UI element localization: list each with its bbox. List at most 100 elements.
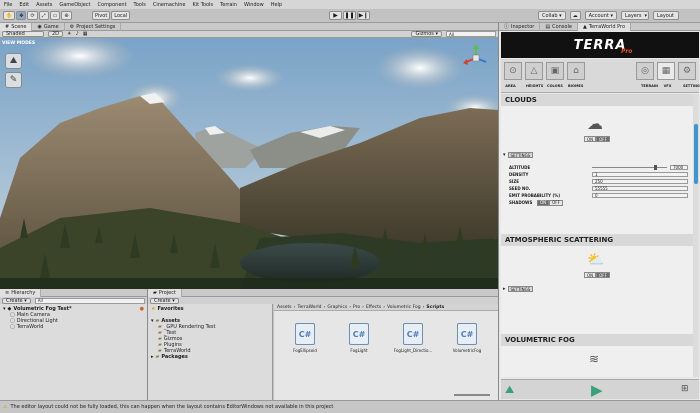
scene-gizmo[interactable] [462,44,490,72]
transform-tool-button[interactable]: ⊕ [61,11,72,20]
scrollbar-thumb[interactable] [694,124,698,184]
menu-kit-tools[interactable]: Kit Tools [193,2,214,8]
project-file-item[interactable]: C# VolumetricFog [448,323,486,353]
scene-menu-icon[interactable]: ● [140,306,144,312]
menu-terrain[interactable]: Terrain [220,2,237,8]
tab-console[interactable]: ▤ Console [540,22,578,31]
shadows-toggle[interactable]: ON OFF [537,199,563,206]
terraworld-icon: ▲ [582,23,587,30]
cloud-field-input[interactable]: 0 [592,193,688,198]
hierarchy-search-input[interactable]: All [34,297,145,304]
terrain-icon[interactable]: ◎ [636,62,654,80]
effects-icon[interactable]: ▦ [83,31,88,37]
breadcrumb-separator-icon: › [349,304,351,310]
transform-icon: ⊕ [64,12,69,19]
tab-project[interactable]: ▰ Project [148,288,182,297]
account-dropdown[interactable]: Account ▾ [584,11,617,20]
hierarchy-create-dropdown[interactable]: Create ▾ [2,297,31,304]
project-file-item[interactable]: C# FogLight [340,323,378,353]
collab-dropdown[interactable]: Collab ▾ [538,11,566,20]
inspector-footer: ⛰ ▶ ⊞ [501,379,699,399]
rect-tool-button[interactable]: ▭ [49,11,61,20]
landscape-icon: ⛰ [9,56,18,66]
breadcrumb-item[interactable]: Volumetric Fog [387,305,421,310]
clouds-settings-header[interactable]: ▾ SETTINGS [503,152,534,158]
atmospheric-toggle[interactable]: ON OFF [584,272,610,278]
cloud-field-input[interactable]: 1 [592,172,688,177]
atmospheric-settings-header[interactable]: ▸ SETTINGS [503,286,534,292]
heights-icon[interactable]: △ [525,62,543,80]
icon-size-slider[interactable] [454,394,490,396]
menu-component[interactable]: Component [98,2,127,8]
generate-play-button[interactable]: ▶ [591,381,603,399]
menu-window[interactable]: Window [244,2,264,8]
vfx-icon[interactable]: ▦ [657,62,675,80]
slider-handle[interactable] [653,165,657,170]
shading-dropdown[interactable]: Shaded [2,31,44,37]
project-create-dropdown[interactable]: Create ▾ [150,297,179,304]
inspector-scrollbar[interactable] [693,94,699,377]
breadcrumb-item[interactable]: Effects [366,305,381,310]
view-mode-lit-button[interactable]: ⛰ [5,53,22,69]
menu-tools[interactable]: Tools [134,2,146,8]
breadcrumb-item[interactable]: Graphics [327,305,347,310]
terrain-icon[interactable]: ⛰ [505,383,514,397]
nav-label-settings: SETTINGS [683,84,700,88]
breadcrumb-item[interactable]: TerraWorld [297,305,321,310]
menu-gameobject[interactable]: GameObject [59,2,90,8]
layout-dropdown[interactable]: Layout [652,11,679,20]
altitude-slider[interactable] [592,165,667,170]
tab-project-settings[interactable]: ⚙ Project Settings [65,22,122,31]
menu-cinemachine[interactable]: Cinemachine [153,2,186,8]
audio-icon[interactable]: ♪ [76,31,79,37]
area-icon[interactable]: ⊙ [504,62,522,80]
layers-dropdown[interactable]: Layers ▾ [620,11,649,20]
inspector-scroll-view[interactable]: CLOUDS ☁ ON OFF ▾ SETTINGS ALTITUDE 7000 D… [501,94,693,377]
cloud-field-input[interactable]: 55555 [592,186,688,191]
scene-viewport[interactable]: VIEW MODES ⛰ ✎ [0,38,498,289]
biomes-icon[interactable]: ⌂ [567,62,585,80]
tab-game[interactable]: ◉ Game [32,22,65,31]
tab-inspector[interactable]: ⓘ Inspector [499,22,541,31]
pivot-toggle[interactable]: Pivot [92,11,111,20]
breadcrumb-item[interactable]: Assets [277,305,292,310]
rotate-tool-button[interactable]: ⟳ [27,11,38,20]
menu-assets[interactable]: Assets [36,2,52,8]
settings-icon[interactable]: ⚙ [678,62,696,80]
pause-button[interactable]: ❚❚ [343,11,356,20]
light-icon[interactable]: ☀ [67,31,71,37]
clouds-toggle[interactable]: ON OFF [584,136,610,142]
tab-terraworld-pro[interactable]: ▲ TerraWorld Pro [577,22,632,31]
brush-icon: ✎ [9,75,18,85]
menu-edit[interactable]: Edit [19,2,29,8]
project-file-item[interactable]: C# FogLight_Directio... [394,323,432,353]
packages-folder-item[interactable]: ▸ ▰ Packages [151,354,269,360]
breadcrumb-separator-icon: › [422,304,425,310]
gizmos-dropdown[interactable]: Gizmos ▾ [411,31,442,37]
settings-icon: ⚙ [69,23,75,30]
local-toggle[interactable]: Local [111,11,131,20]
hand-tool-button[interactable]: ✋ [3,11,16,20]
gamepad-icon[interactable]: ⊞ [681,384,689,394]
menu-file[interactable]: File [4,2,12,8]
cloud-field-input[interactable]: 250 [592,179,688,184]
menu-help[interactable]: Help [271,2,282,8]
tab-scene[interactable]: # Scene [0,22,33,31]
step-button[interactable]: ▶❙ [357,11,370,20]
project-file-item[interactable]: C# FogEllipsoid [286,323,324,353]
scene-search-input[interactable]: All [446,31,496,37]
move-tool-button[interactable]: ✥ [16,11,27,20]
colors-icon[interactable]: ▣ [546,62,564,80]
view-mode-wire-button[interactable]: ✎ [5,72,22,88]
2d-toggle[interactable]: 2D [48,31,64,37]
csharp-script-icon: C# [295,323,315,345]
breadcrumb-item[interactable]: Scripts [426,305,444,310]
altitude-input[interactable]: 7000 [670,165,688,170]
cloud-button[interactable]: ☁ [569,11,581,20]
inspector-panel: ⓘ Inspector ▤ Console ▲ TerraWorld Pro TERRA … [498,22,700,400]
hierarchy-item[interactable]: ▢ TerraWorld [3,324,144,330]
scale-tool-button[interactable]: ⤢ [38,11,49,20]
play-button[interactable]: ▶ [329,11,342,20]
breadcrumb-item[interactable]: Pro [353,305,360,310]
tab-hierarchy[interactable]: ≡ Hierarchy [0,288,42,297]
